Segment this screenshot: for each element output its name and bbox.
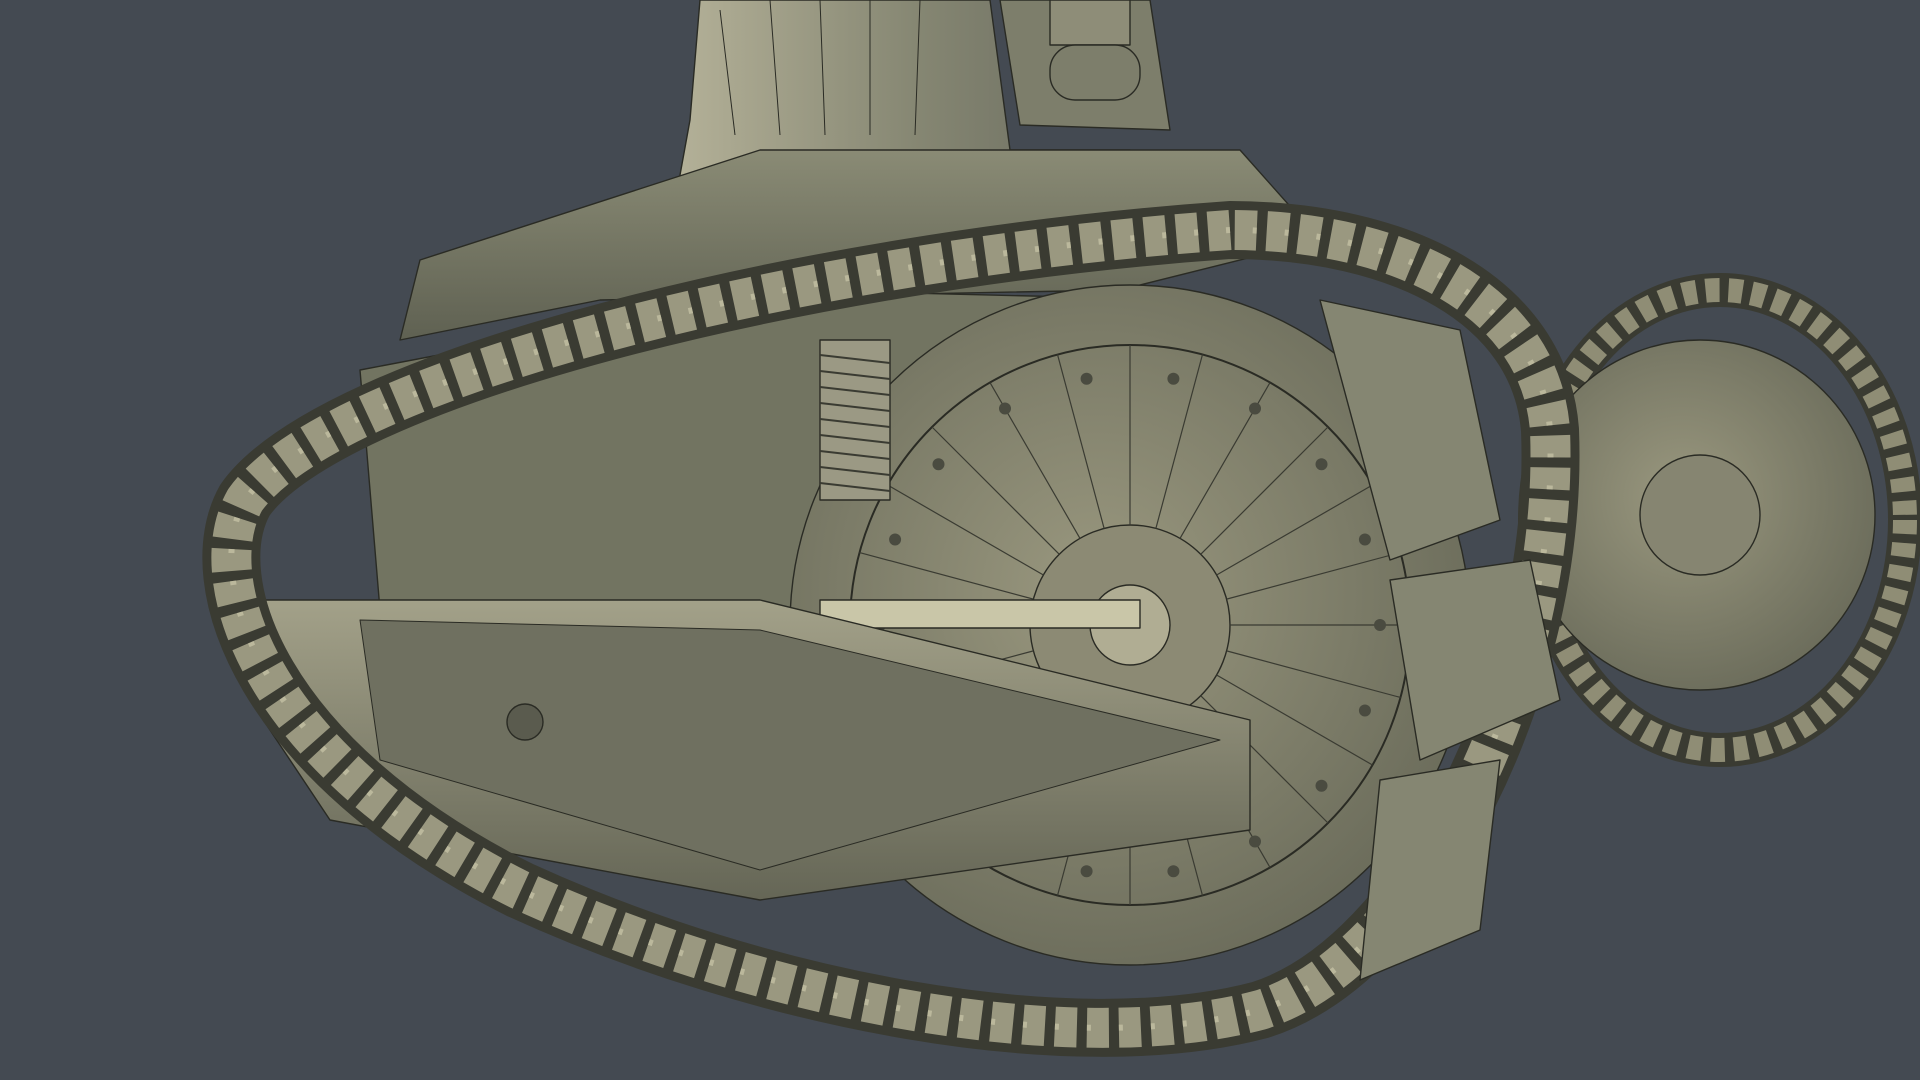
suspension-spring — [819, 339, 891, 501]
rear-wheel — [1524, 339, 1876, 691]
tank-render — [0, 0, 1920, 1080]
axle — [819, 599, 1141, 629]
gun-barrel — [1049, 0, 1141, 101]
3d-viewport[interactable] — [0, 0, 1920, 1080]
